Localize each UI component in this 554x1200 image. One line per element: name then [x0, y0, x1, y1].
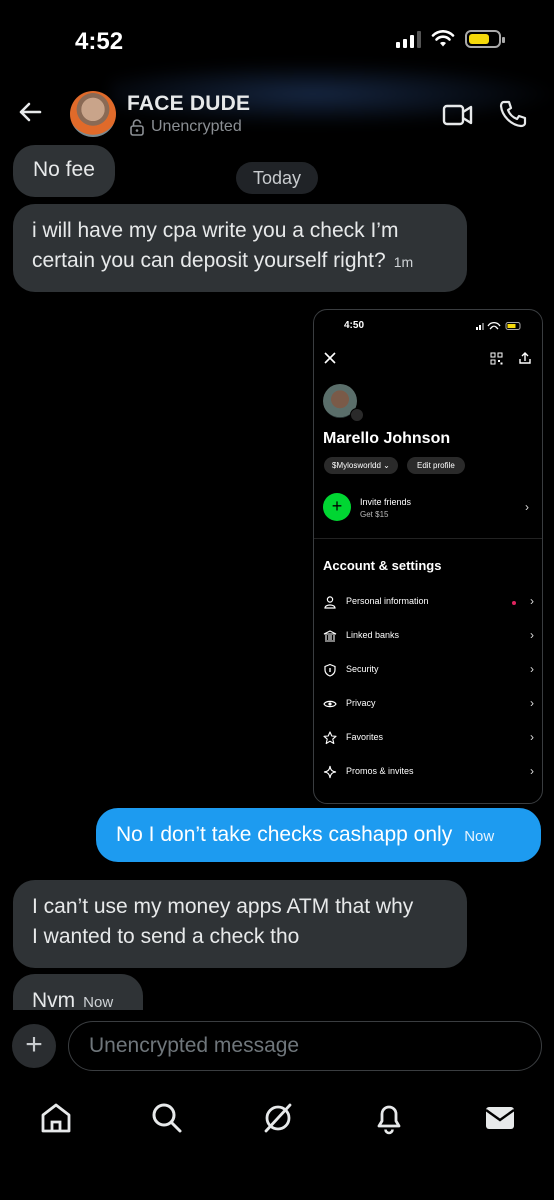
settings-row-promos-invites[interactable]: Promos & invites › — [314, 763, 542, 783]
back-arrow-icon[interactable] — [14, 96, 46, 128]
invite-title[interactable]: Invite friends — [360, 497, 411, 507]
settings-label: Privacy — [346, 698, 376, 708]
search-icon[interactable] — [149, 1100, 185, 1136]
battery-icon — [465, 30, 505, 48]
settings-row-privacy[interactable]: Privacy › — [314, 695, 542, 715]
settings-label: Promos & invites — [346, 766, 414, 776]
signal-icon — [396, 30, 421, 48]
message-text: No I don’t take checks cashapp only — [116, 823, 453, 846]
close-icon[interactable] — [324, 352, 336, 364]
edit-profile-button[interactable]: Edit profile — [407, 457, 465, 474]
message-outgoing[interactable]: No I don’t take checks cashapp only Now — [96, 808, 541, 862]
message-text: Nvm — [32, 989, 76, 1012]
wifi-icon — [431, 30, 455, 47]
message-incoming[interactable]: i will have my cpa write you a check I’m… — [13, 204, 467, 292]
eye-icon — [323, 700, 337, 708]
video-call-icon[interactable] — [442, 100, 474, 130]
chevron-right-icon: › — [530, 628, 534, 642]
settings-label: Security — [346, 664, 379, 674]
encryption-status: Unencrypted — [129, 118, 242, 136]
status-time: 4:52 — [75, 28, 124, 55]
day-separator: Today — [236, 162, 318, 194]
star-icon — [323, 731, 337, 745]
chevron-right-icon: › — [530, 662, 534, 676]
settings-label: Favorites — [346, 732, 384, 742]
chevron-right-icon[interactable]: › — [525, 500, 529, 514]
message-timestamp: 1m — [393, 254, 414, 270]
chevron-right-icon: › — [530, 594, 534, 608]
settings-row-favorites[interactable]: Favorites › — [314, 729, 542, 749]
contact-name[interactable]: FACE DUDE — [127, 92, 250, 116]
message-line: certain you can deposit yourself right? — [32, 249, 386, 272]
status-icons — [396, 30, 505, 48]
lock-icon — [130, 119, 144, 136]
message-incoming[interactable]: I can’t use my money apps ATM that why I… — [13, 880, 467, 968]
grok-icon[interactable] — [260, 1100, 296, 1136]
chevron-down-icon: ⌄ — [383, 461, 390, 470]
invite-plus-icon[interactable]: + — [323, 493, 351, 521]
chevron-right-icon: › — [530, 764, 534, 778]
cashtag-label: $Mylosworldd — [332, 461, 381, 470]
image-attachment[interactable]: 4:50 Marello Johnson $Mylosworldd ⌄ Edit… — [313, 309, 543, 804]
message-input[interactable]: Unencrypted message — [68, 1021, 542, 1071]
qr-code-icon[interactable] — [490, 352, 503, 365]
encryption-label: Unencrypted — [151, 118, 242, 135]
settings-row-linked-banks[interactable]: Linked banks › — [314, 627, 542, 647]
attachment-status-icons — [476, 322, 521, 330]
invite-subtitle: Get $15 — [360, 510, 389, 519]
settings-row-security[interactable]: Security › — [314, 661, 542, 681]
home-icon[interactable] — [38, 1100, 74, 1136]
messages-icon[interactable] — [482, 1100, 518, 1136]
profile-name: Marello Johnson — [323, 430, 451, 447]
chevron-right-icon: › — [530, 730, 534, 744]
notifications-icon[interactable] — [371, 1100, 407, 1136]
settings-label: Personal information — [346, 596, 429, 606]
person-icon — [324, 596, 336, 609]
settings-label: Linked banks — [346, 630, 400, 640]
section-title: Account & settings — [323, 558, 442, 573]
alert-dot — [512, 601, 516, 605]
message-timestamp: Now — [464, 828, 495, 845]
divider — [314, 538, 542, 539]
chevron-right-icon: › — [530, 696, 534, 710]
message-line: I can’t use my money apps ATM that why — [32, 895, 414, 918]
message-incoming[interactable]: No fee — [13, 145, 115, 197]
cashtag-pill[interactable]: $Mylosworldd ⌄ — [324, 457, 398, 474]
message-text: No fee — [33, 158, 95, 181]
message-line: i will have my cpa write you a check I’m — [32, 219, 399, 242]
message-line: I wanted to send a check tho — [32, 925, 300, 948]
add-attachment-button[interactable]: + — [12, 1024, 56, 1068]
sparkle-icon — [323, 765, 337, 779]
settings-row-personal-information[interactable]: Personal information › — [314, 593, 542, 613]
avatar[interactable] — [70, 91, 116, 137]
attachment-status-time: 4:50 — [344, 320, 365, 331]
shield-icon — [324, 663, 336, 677]
phone-icon[interactable] — [498, 99, 528, 129]
bank-icon — [323, 630, 337, 642]
message-timestamp: Now — [83, 994, 114, 1011]
share-icon[interactable] — [518, 351, 532, 365]
camera-badge-icon[interactable] — [350, 408, 364, 422]
